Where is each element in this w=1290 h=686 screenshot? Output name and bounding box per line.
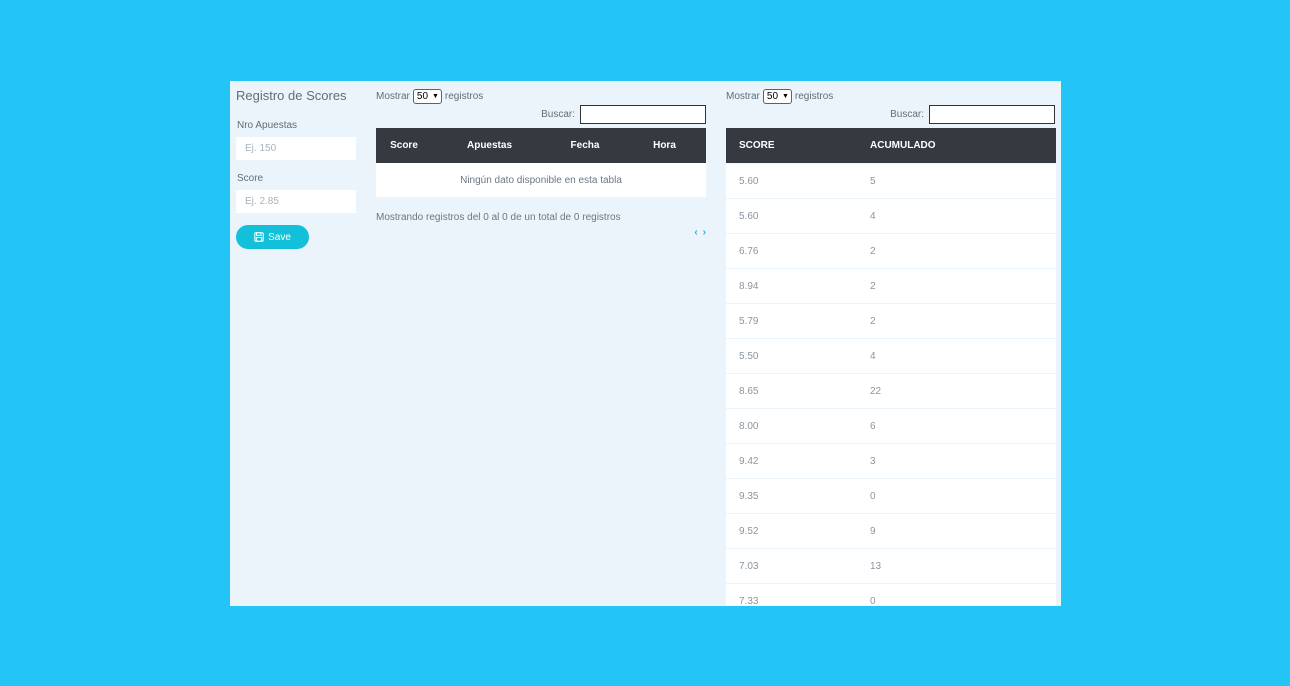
score-cell: 9.42 [726,443,857,479]
scores-table: Score Apuestas Fecha Hora Ningún dato di… [376,128,706,197]
score-cell: 8.94 [726,268,857,304]
scores-search-label: Buscar: [541,109,575,120]
empty-message: Ningún dato disponible en esta tabla [376,163,706,197]
table-row: 8.94 2 [726,268,1056,304]
table-row: 5.50 4 [726,338,1056,374]
column-header-hora[interactable]: Hora [623,128,706,163]
score-cell: 9.52 [726,513,857,549]
table-row: 5.60 4 [726,198,1056,234]
score-label: Score [237,173,264,184]
score-input[interactable] [236,190,356,213]
table-row: 7.33 0 [726,583,1056,606]
column-header-apuestas[interactable]: Apuestas [432,128,547,163]
accumulated-table-body: 5.60 5 5.60 4 6.76 2 8.94 2 5.79 2 5.50 4 8.65 22 8.00… [726,163,1056,606]
column-header-fecha[interactable]: Fecha [547,128,623,163]
score-cell: 7.03 [726,548,857,584]
table-row: 5.79 2 [726,303,1056,339]
accumulated-length-select[interactable]: 50 ▼ [762,89,792,104]
score-cell: 6.76 [726,233,857,269]
accumulated-search-input[interactable] [929,105,1055,124]
acumulado-cell: 2 [857,303,1056,339]
scores-info: Mostrando registros del 0 al 0 de un tot… [376,212,621,223]
scores-pagination: ‹ › [694,227,706,238]
form-title: Registro de Scores [236,88,347,103]
scores-length-value: 50 [416,91,429,102]
table-row: 6.76 2 [726,233,1056,269]
save-button[interactable]: Save [236,225,309,249]
accumulated-length-value: 50 [766,91,779,102]
apuestas-input[interactable] [236,137,356,160]
app-panel: Registro de Scores Nro Apuestas Score Sa… [230,81,1061,606]
table-row: 9.42 3 [726,443,1056,479]
save-icon [254,232,264,242]
table-row: 9.35 0 [726,478,1056,514]
apuestas-label: Nro Apuestas [237,120,298,131]
accumulated-show-suffix: registros [794,91,834,102]
next-page-button[interactable]: › [703,227,706,238]
accumulated-show-prefix: Mostrar [726,91,760,102]
score-cell: 5.50 [726,338,857,374]
acumulado-cell: 4 [857,338,1056,374]
save-button-label: Save [268,231,291,243]
acumulado-cell: 0 [857,478,1056,514]
score-cell: 5.79 [726,303,857,339]
accumulated-length-control: Mostrar 50 ▼ registros [726,89,833,104]
acumulado-cell: 3 [857,443,1056,479]
acumulado-cell: 6 [857,408,1056,444]
accumulated-search: Buscar: [890,105,1055,124]
table-row: 7.03 13 [726,548,1056,584]
chevron-down-icon: ▼ [431,93,439,100]
scores-length-control: Mostrar 50 ▼ registros [376,89,483,104]
score-cell: 7.33 [726,583,857,606]
acumulado-cell: 0 [857,583,1056,606]
scores-search-input[interactable] [580,105,706,124]
column-header-score[interactable]: Score [376,128,432,163]
scores-show-prefix: Mostrar [376,91,410,102]
table-row: 8.65 22 [726,373,1056,409]
table-row: 9.52 9 [726,513,1056,549]
table-row: 5.60 5 [726,163,1056,199]
acumulado-cell: 9 [857,513,1056,549]
scores-header-row: Score Apuestas Fecha Hora [376,128,706,163]
accumulated-header-row: SCORE ACUMULADO [726,128,1056,164]
score-cell: 9.35 [726,478,857,514]
table-row: 8.00 6 [726,408,1056,444]
column-header-score[interactable]: SCORE [726,128,857,164]
acumulado-cell: 2 [857,268,1056,304]
acumulado-cell: 2 [857,233,1056,269]
acumulado-cell: 22 [857,373,1056,409]
acumulado-cell: 4 [857,198,1056,234]
score-cell: 5.60 [726,198,857,234]
score-cell: 8.65 [726,373,857,409]
prev-page-button[interactable]: ‹ [694,227,697,238]
scores-length-select[interactable]: 50 ▼ [412,89,442,104]
accumulated-table: SCORE ACUMULADO 5.60 5 5.60 4 6.76 2 8.94 2 5.79… [726,128,1056,606]
acumulado-cell: 13 [857,548,1056,584]
scores-search: Buscar: [541,105,706,124]
score-cell: 5.60 [726,163,857,199]
empty-row: Ningún dato disponible en esta tabla [376,163,706,197]
scores-show-suffix: registros [444,91,484,102]
acumulado-cell: 5 [857,163,1056,199]
accumulated-search-label: Buscar: [890,109,924,120]
column-header-acumulado[interactable]: ACUMULADO [857,128,1056,164]
chevron-down-icon: ▼ [781,93,789,100]
score-cell: 8.00 [726,408,857,444]
